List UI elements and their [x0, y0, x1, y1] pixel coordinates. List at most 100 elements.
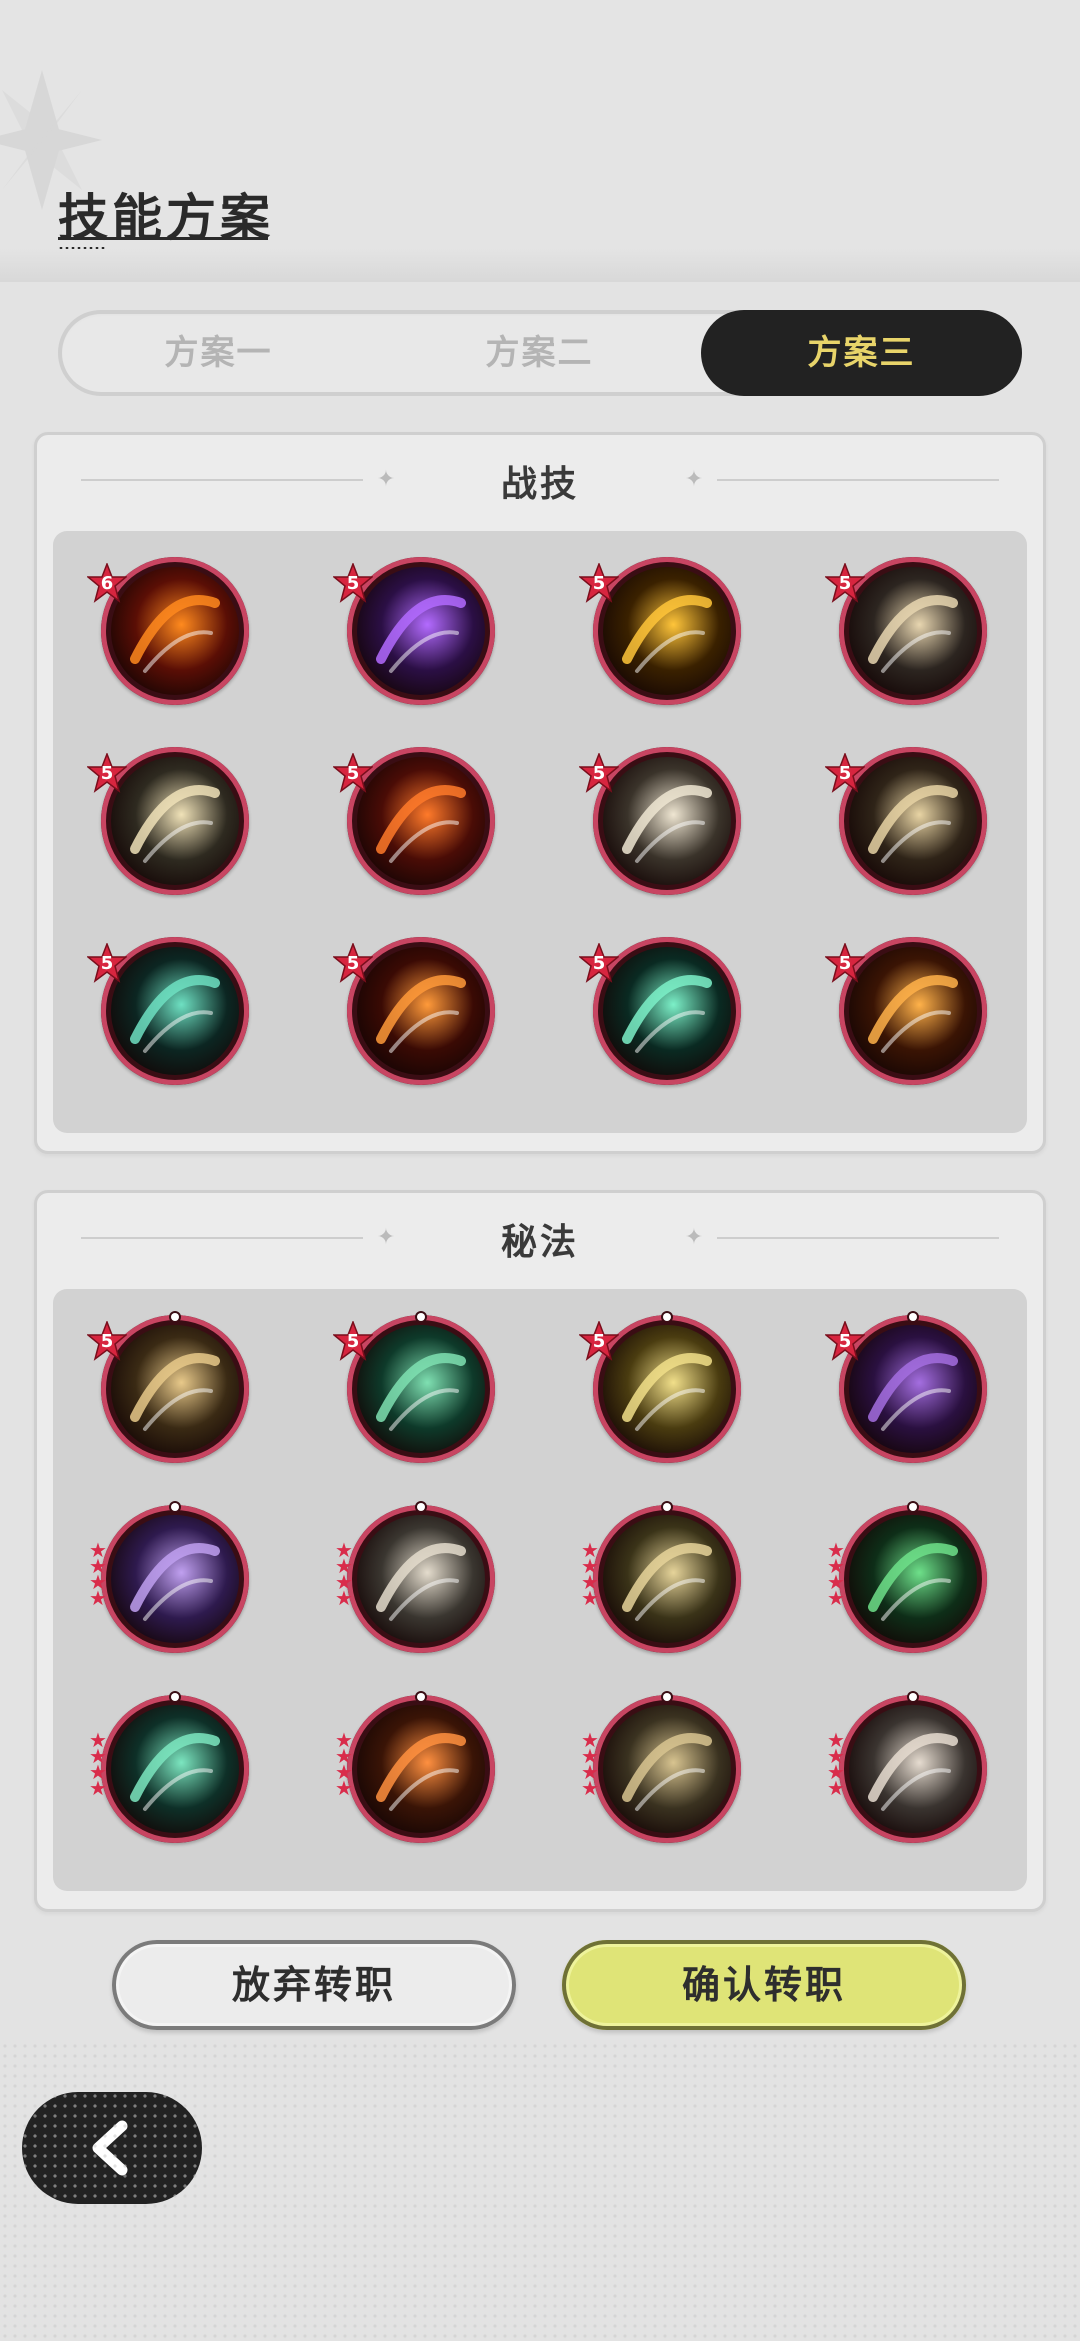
spider-web-icon	[111, 947, 239, 1075]
secret-skills-panel: ✦ 秘法 ✦ 5 5 5 5 ★ ★ ★ ★ ★ ★ ★ ★ ★ ★ ★ ★ ★ ★ ★ ★ ★ ★ ★ ★ ★ ★ ★ ★ ★ ★ ★ ★ ★…	[34, 1190, 1046, 1912]
level-number: 5	[100, 1331, 114, 1352]
rank-stars: ★ ★ ★ ★	[827, 1730, 849, 1800]
skill-slot[interactable]: ★ ★ ★ ★	[89, 1503, 249, 1653]
level-badge: 5	[825, 1321, 865, 1361]
level-number: 5	[346, 953, 360, 974]
skill-slot[interactable]: 5	[825, 1313, 987, 1463]
scythe-icon	[849, 757, 977, 885]
indicator-dot	[417, 1503, 425, 1511]
skill-slot[interactable]: 5	[579, 747, 741, 895]
indicator-dot	[171, 1693, 179, 1701]
star-icon: ★	[89, 1586, 107, 1610]
skill-slot[interactable]: 5	[579, 937, 741, 1085]
indicator-dot	[909, 1313, 917, 1321]
level-number: 5	[100, 953, 114, 974]
secret-section-title: 秘法	[500, 1222, 579, 1263]
indicator-dot	[417, 1693, 425, 1701]
level-number: 5	[592, 573, 606, 594]
star-icon: ★	[827, 1776, 845, 1800]
level-number: 5	[592, 1331, 606, 1352]
level-badge: 5	[333, 563, 373, 603]
star-icon: ★	[335, 1776, 353, 1800]
skill-slot[interactable]: 5	[333, 747, 495, 895]
level-badge: 5	[579, 943, 619, 983]
tab-plan-1[interactable]: 方案一	[58, 310, 379, 396]
combat-skill-grid: 6 5 5 5 5 5 5 5 5 5 5 5	[53, 531, 1027, 1133]
skill-slot[interactable]: 5	[825, 557, 987, 705]
skill-slot[interactable]: ★ ★ ★ ★	[827, 1503, 987, 1653]
level-badge: 5	[579, 753, 619, 793]
star-icon: ★	[335, 1586, 353, 1610]
rank-stars: ★ ★ ★ ★	[827, 1540, 849, 1610]
level-badge: 5	[579, 1321, 619, 1361]
skill-slot[interactable]: 5	[87, 937, 249, 1085]
abandon-job-change-button[interactable]: 放弃转职	[112, 1940, 516, 2030]
green-swirl-icon	[111, 1705, 239, 1833]
tab-plan-3[interactable]: 方案三	[701, 310, 1022, 396]
skill-slot[interactable]: 5	[87, 1313, 249, 1463]
skill-slot[interactable]: 5	[825, 747, 987, 895]
rank-stars: ★ ★ ★ ★	[89, 1730, 111, 1800]
level-badge: 5	[333, 753, 373, 793]
level-number: 6	[100, 573, 114, 594]
dark-armor-icon	[849, 1325, 977, 1453]
level-number: 5	[100, 763, 114, 784]
rank-stars: ★ ★ ★ ★	[335, 1540, 357, 1610]
skill-slot[interactable]: ★ ★ ★ ★	[335, 1693, 495, 1843]
skill-slot[interactable]: 5	[333, 1313, 495, 1463]
divider-line	[717, 479, 999, 481]
golden-crescent-icon	[603, 567, 731, 695]
rank-stars: ★ ★ ★ ★	[89, 1540, 111, 1610]
heal-figure-icon	[603, 1325, 731, 1453]
sparkle-icon: ✦	[684, 467, 704, 492]
flame-ring-icon	[849, 947, 977, 1075]
title-dots	[58, 246, 106, 250]
purple-spirit-icon	[111, 1515, 239, 1643]
skill-slot[interactable]: ★ ★ ★ ★	[335, 1503, 495, 1653]
secret-skill-grid: 5 5 5 5 ★ ★ ★ ★ ★ ★ ★ ★ ★ ★ ★ ★ ★ ★ ★ ★ ★ ★ ★ ★ ★ ★ ★ ★ ★ ★ ★ ★ ★ ★ ★ ★	[53, 1289, 1027, 1891]
rank-stars: ★ ★ ★ ★	[581, 1540, 603, 1610]
level-badge: 5	[87, 753, 127, 793]
skill-slot[interactable]: ★ ★ ★ ★	[581, 1693, 741, 1843]
indicator-dot	[663, 1503, 671, 1511]
star-icon: ★	[827, 1586, 845, 1610]
skill-slot[interactable]: 6	[87, 557, 249, 705]
plan-tabs: 方案一 方案二 方案三	[58, 310, 1022, 396]
skill-slot[interactable]: ★ ★ ★ ★	[581, 1503, 741, 1653]
star-icon: ★	[89, 1776, 107, 1800]
skill-slot[interactable]: ★ ★ ★ ★	[89, 1693, 249, 1843]
skill-slot[interactable]: 5	[87, 747, 249, 895]
combat-section-title: 战技	[500, 464, 579, 505]
purple-orb-icon	[357, 567, 485, 695]
confirm-job-change-button[interactable]: 确认转职	[562, 1940, 966, 2030]
dotted-background	[0, 2041, 1080, 2341]
skill-slot[interactable]: 5	[579, 1313, 741, 1463]
serpent-icon	[603, 1705, 731, 1833]
skill-slot[interactable]: 5	[333, 557, 495, 705]
fire-swirl-icon	[111, 567, 239, 695]
header-bar: 技能方案	[0, 0, 1080, 282]
level-number: 5	[838, 763, 852, 784]
star-icon: ★	[581, 1776, 599, 1800]
tab-plan-2[interactable]: 方案二	[379, 310, 700, 396]
skill-slot[interactable]: 5	[825, 937, 987, 1085]
level-number: 5	[346, 763, 360, 784]
flame-arc-icon	[357, 947, 485, 1075]
skill-slot[interactable]: ★ ★ ★ ★	[827, 1693, 987, 1843]
panel-header: ✦ 秘法 ✦	[37, 1193, 1043, 1283]
skill-slot[interactable]: 5	[333, 937, 495, 1085]
skill-slot[interactable]: 5	[579, 557, 741, 705]
star-icon: ★	[581, 1586, 599, 1610]
rank-stars: ★ ★ ★ ★	[335, 1730, 357, 1800]
shield-figure-icon	[357, 1515, 485, 1643]
level-number: 5	[592, 763, 606, 784]
golem-icon	[603, 1515, 731, 1643]
fire-emblem-icon	[357, 757, 485, 885]
level-badge: 6	[87, 563, 127, 603]
level-badge: 5	[87, 1321, 127, 1361]
level-number: 5	[838, 1331, 852, 1352]
rank-stars: ★ ★ ★ ★	[581, 1730, 603, 1800]
level-badge: 5	[333, 1321, 373, 1361]
panel-header: ✦ 战技 ✦	[37, 435, 1043, 525]
level-badge: 5	[87, 943, 127, 983]
